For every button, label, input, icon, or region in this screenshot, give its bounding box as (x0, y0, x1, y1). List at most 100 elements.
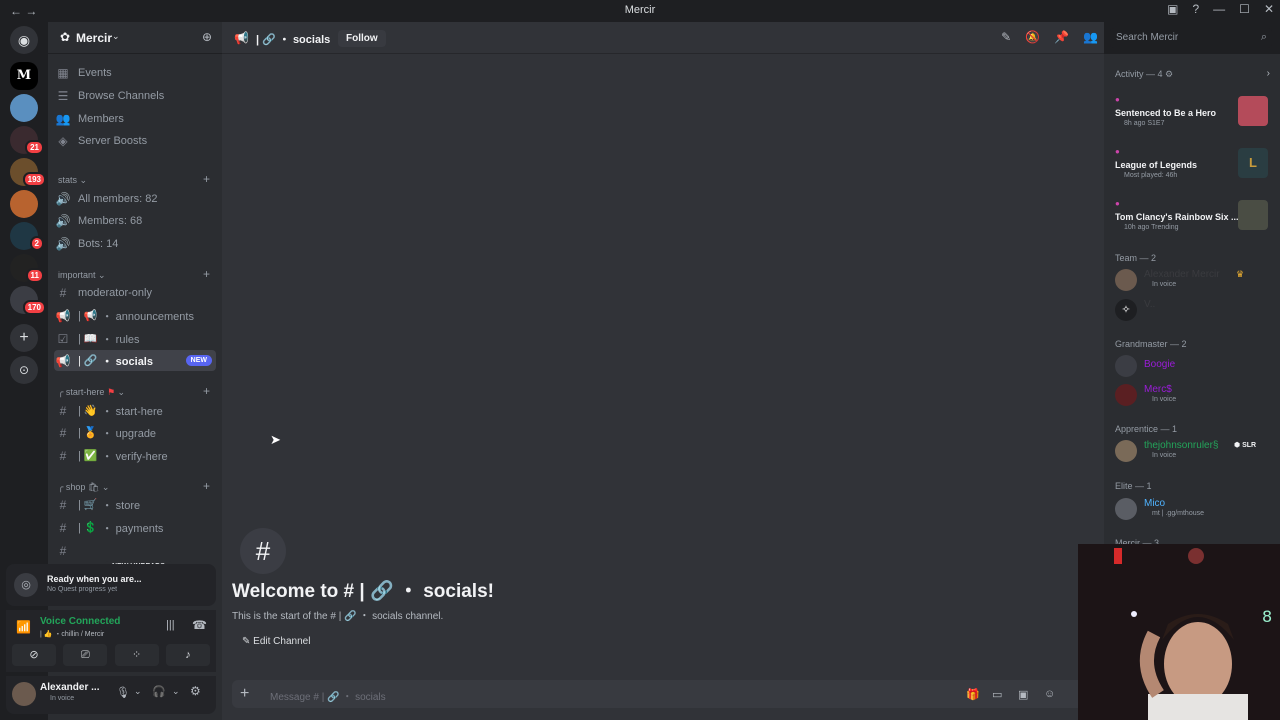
window-controls[interactable]: ▣ ? — ☐ ✕ (1167, 2, 1280, 16)
activity-thumbnail (1238, 96, 1268, 126)
nav-browse-channels[interactable]: ☰ Browse Channels (54, 85, 216, 106)
channel-payments[interactable]: # | 💲 ・ payments (54, 517, 216, 538)
boost-icon: ◈ (58, 133, 68, 148)
calendar-icon: ▦ (57, 65, 69, 80)
message-composer[interactable]: + Message # | 🔗 ・ socials 🎁 ▭ ▣ ☺ (232, 680, 1092, 708)
channel-upgrade[interactable]: # | 🏅 ・ upgrade (54, 422, 216, 443)
close-icon[interactable]: ✕ (1264, 2, 1274, 16)
member-item[interactable]: thejohnsonruler§ ⬢ SLR In voice (1110, 437, 1272, 465)
hash-icon: # (59, 543, 67, 558)
activity-header[interactable]: Activity — 4 ⚙ (1115, 69, 1173, 80)
search-input[interactable]: Search Mercir ⌕ (1110, 28, 1272, 48)
avatar[interactable] (12, 682, 36, 706)
server-icon[interactable]: 11 (10, 254, 44, 283)
soundboard-icon[interactable]: ♪ (165, 644, 210, 666)
category-important[interactable]: important ⌄ (58, 270, 106, 281)
add-server-icon[interactable]: + (10, 324, 38, 352)
attach-icon[interactable]: + (240, 685, 249, 703)
member-item[interactable]: Mico mt | .gg/mthouse (1110, 495, 1272, 523)
server-icon[interactable] (10, 190, 38, 218)
server-folder-icon[interactable]: 170 (10, 286, 46, 315)
threads-icon[interactable]: ✎ (1001, 30, 1011, 44)
follow-button[interactable]: Follow (338, 30, 386, 47)
channel-stat[interactable]: 🔊 All members: 82 (54, 188, 216, 209)
disconnect-icon[interactable]: ☎ (192, 618, 207, 632)
message-input[interactable]: Message # | 🔗 ・ socials (270, 688, 386, 703)
add-channel-icon[interactable]: + (203, 172, 210, 186)
voice-channel[interactable]: | 👍 ・chillin / Mercir (40, 629, 104, 639)
nav-events[interactable]: ▦ Events (54, 62, 216, 83)
inbox-icon[interactable]: ▣ (1167, 2, 1178, 16)
server-header[interactable]: ✿ Mercir ⌄ ⊕ (48, 22, 222, 54)
category-shop[interactable]: ╭ shop 🛍 ⌄ (58, 482, 109, 493)
add-channel-icon[interactable]: + (203, 267, 210, 281)
activity-card[interactable]: ● Tom Clancy's Rainbow Six ... 10h ago T… (1110, 198, 1272, 244)
mute-icon[interactable]: 🔕 (1025, 30, 1040, 44)
quest-panel[interactable]: ◎ Ready when you are... No Quest progres… (6, 564, 216, 606)
channel-verify-here[interactable]: # | ✅ ・ verify-here (54, 445, 216, 466)
sticker-icon[interactable]: ▣ (1018, 688, 1028, 701)
server-icon[interactable]: 193 (10, 158, 46, 187)
discord-home-icon[interactable]: ◉ (10, 26, 38, 54)
screen-share-icon[interactable]: ⎚ (63, 644, 108, 666)
megaphone-icon: 📢 (55, 353, 71, 368)
emoji-icon[interactable]: ☺ (1044, 688, 1055, 700)
channel-title: | 🔗 ・ socials (256, 34, 331, 46)
channel-moderator-only[interactable]: # moderator-only (54, 282, 216, 303)
help-icon[interactable]: ? (1192, 2, 1199, 16)
nav-members[interactable]: 👥 Members (54, 108, 216, 129)
chevron-right-icon[interactable]: › (1267, 68, 1270, 79)
server-mercir-icon[interactable]: M (10, 62, 38, 90)
microphone-icon[interactable]: 🎙 (116, 686, 130, 699)
server-icon[interactable]: 2 (10, 222, 44, 251)
group-header: Grandmaster — 2 (1115, 339, 1187, 349)
gear-icon[interactable]: ⚙ (190, 684, 201, 698)
activity-card[interactable]: ● Sentenced to Be a Hero 8h ago S1E7 (1110, 94, 1272, 140)
hash-icon: # (240, 528, 286, 574)
member-list-icon[interactable]: 👥 (1083, 30, 1098, 44)
headphones-icon[interactable]: 🎧 (152, 685, 166, 698)
members-icon: 👥 (55, 111, 71, 126)
activities-icon[interactable]: ⁘ (114, 644, 159, 666)
member-item[interactable]: Alexander Mercir ♛ In voice (1110, 266, 1272, 294)
noise-suppression-icon[interactable]: ||| (166, 619, 175, 631)
gift-icon[interactable]: 🎁 (966, 688, 980, 701)
nav-server-boosts[interactable]: ◈ Server Boosts (54, 130, 216, 151)
hash-icon: # (59, 403, 67, 418)
camera-off-icon[interactable]: ⊘ (12, 644, 56, 666)
channel-socials[interactable]: 📢 | 🔗 ・ socials NEW (54, 350, 216, 371)
category-start-here[interactable]: ╭ start-here ⚑ ⌄ (58, 387, 125, 398)
channel-start-here[interactable]: # | 👋 ・ start-here (54, 400, 216, 421)
channel-partial[interactable]: # (54, 540, 216, 561)
minimize-icon[interactable]: — (1213, 2, 1225, 16)
pencil-icon: ✎ (242, 636, 254, 647)
voice-status[interactable]: Voice Connected (40, 616, 120, 627)
hash-icon: # (59, 497, 67, 512)
discover-icon[interactable]: ⊙ (10, 356, 38, 384)
edit-channel-button[interactable]: ✎ Edit Channel (238, 633, 314, 650)
chevron-down-icon[interactable]: ⌄ (172, 686, 180, 697)
chevron-down-icon[interactable]: ⌄ (134, 686, 142, 697)
member-item[interactable]: Boogie (1110, 352, 1272, 380)
avatar: ✧ (1115, 299, 1137, 321)
member-item[interactable]: Merc$ In voice (1110, 381, 1272, 409)
server-icon[interactable] (10, 94, 38, 122)
channel-announcements[interactable]: 📢 | 📢 ・ announcements (54, 305, 216, 326)
chat-area: # Welcome to # | 🔗 ・ socials! This is th… (222, 54, 1104, 720)
activity-card[interactable]: ● League of Legends Most played: 46h L (1110, 146, 1272, 192)
category-stats[interactable]: stats ⌄ (58, 175, 87, 186)
channel-stat[interactable]: 🔊 Bots: 14 (54, 233, 216, 254)
member-item[interactable]: ✧ V.. (1110, 296, 1272, 324)
user-name[interactable]: Alexander ... (40, 682, 99, 693)
gif-icon[interactable]: ▭ (992, 688, 1002, 701)
invite-icon[interactable]: ⊕ (202, 30, 212, 44)
group-header: Apprentice — 1 (1115, 424, 1178, 434)
channel-stat[interactable]: 🔊 Members: 68 (54, 210, 216, 231)
add-channel-icon[interactable]: + (203, 384, 210, 398)
add-channel-icon[interactable]: + (203, 479, 210, 493)
server-icon[interactable]: 21 (10, 126, 44, 155)
pin-icon[interactable]: 📌 (1054, 30, 1069, 44)
maximize-icon[interactable]: ☐ (1239, 2, 1250, 16)
channel-rules[interactable]: ☑ | 📖 ・ rules (54, 328, 216, 349)
channel-store[interactable]: # | 🛒 ・ store (54, 494, 216, 515)
